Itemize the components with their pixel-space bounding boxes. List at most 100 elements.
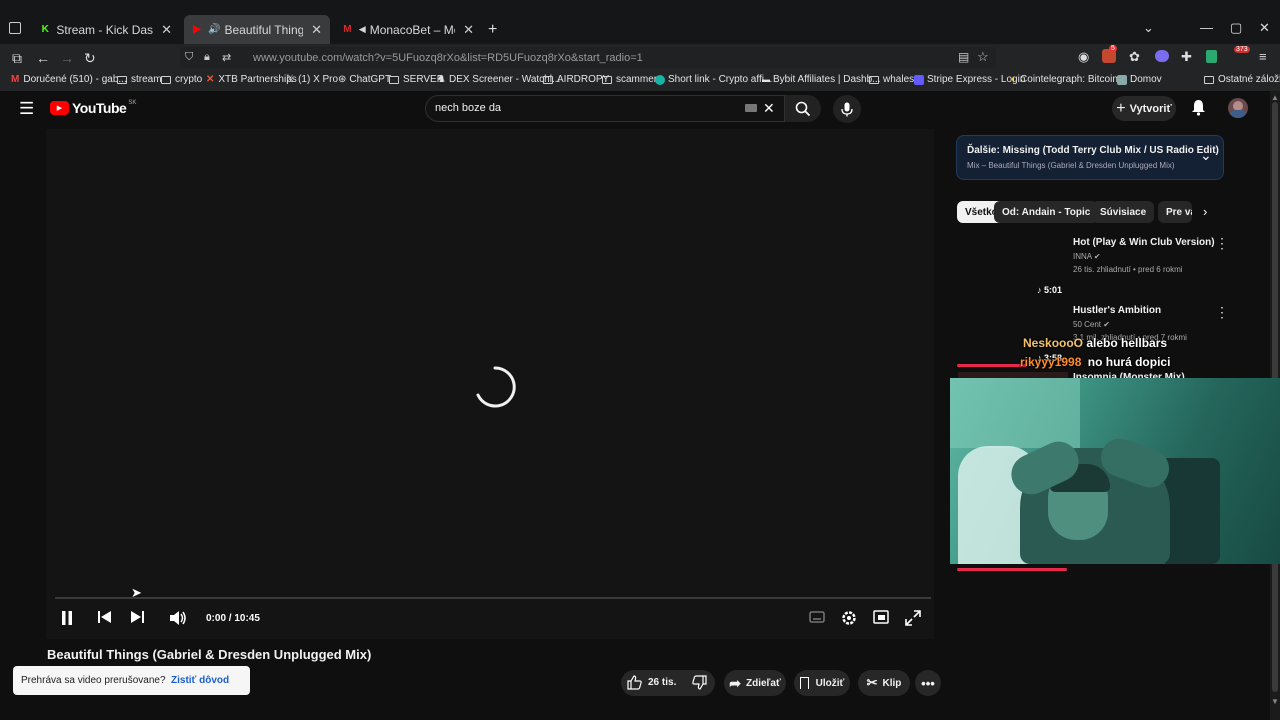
scroll-up-arrow-icon[interactable]: ▲	[1271, 93, 1279, 102]
learn-reason-link[interactable]: Zistiť dôvod	[171, 675, 229, 686]
kick-favicon-icon: K	[41, 24, 49, 35]
up-next-card[interactable]: Ďalšie: Missing (Todd Terry Club Mix / U…	[956, 135, 1224, 180]
clear-search-icon[interactable]: ✕	[763, 100, 775, 117]
more-actions-icon[interactable]: ⋮	[1215, 235, 1229, 252]
bookmark-item[interactable]: 𝕏 (1) X Pro	[286, 74, 338, 85]
search-input[interactable]: nech boze da ✕	[425, 95, 785, 122]
bookmark-folder[interactable]: AIRDROPY	[543, 74, 609, 85]
bookmark-folder[interactable]: crypto	[161, 74, 202, 85]
bookmark-item[interactable]: Domov	[1117, 74, 1162, 85]
notifications-bell-icon[interactable]	[1191, 99, 1206, 121]
extension-icon[interactable]	[1206, 50, 1217, 63]
extension-icon[interactable]: ✿	[1129, 49, 1140, 65]
keyboard-icon[interactable]	[745, 104, 757, 112]
bookmark-item[interactable]: Stripe Express - Login	[914, 74, 1025, 85]
xtb-icon: ✕	[206, 74, 215, 85]
maximize-icon[interactable]: ▢	[1230, 20, 1242, 36]
bookmark-item[interactable]: ▬ Bybit Affiliates | Dashb...	[762, 74, 880, 85]
loading-spinner-icon	[476, 366, 516, 408]
close-window-icon[interactable]: ✕	[1259, 20, 1270, 36]
chip-related[interactable]: Súvisiace	[1092, 201, 1155, 223]
pause-button[interactable]	[61, 610, 73, 629]
chevron-down-icon[interactable]: ⌄	[1200, 147, 1212, 164]
youtube-logo[interactable]: ▶ YouTube SK	[50, 100, 136, 116]
account-icon[interactable]: ◉	[1078, 49, 1089, 65]
sidebar-toggle-icon[interactable]: ⧉	[12, 50, 22, 67]
next-button[interactable]	[130, 610, 145, 627]
shield-icon[interactable]: ⛉	[185, 51, 193, 64]
tab-list-chevron-icon[interactable]: ⌄	[1143, 20, 1154, 36]
more-actions-button[interactable]: •••	[915, 670, 941, 696]
subtitles-button[interactable]	[809, 610, 825, 627]
recommendation-title[interactable]: Hustler's Ambition	[1073, 305, 1161, 316]
chip-from-channel[interactable]: Od: Andain - Topic	[994, 201, 1099, 223]
share-button[interactable]: ➦ Zdieľať	[724, 670, 786, 696]
bookmark-item[interactable]: ◐ Cointelegraph: Bitcoin...	[1011, 74, 1126, 85]
recommendation-title[interactable]: Hot (Play & Win Club Version)	[1073, 237, 1215, 248]
chat-text: alebo hellbars	[1086, 336, 1168, 350]
miniplayer-button[interactable]	[873, 610, 889, 627]
reload-icon[interactable]: ↻	[84, 50, 96, 67]
bookmark-item[interactable]: ♞ DEX Screener - Watchl...	[437, 74, 560, 85]
extension-icon[interactable]	[1155, 50, 1169, 62]
settings-button[interactable]	[841, 610, 857, 629]
close-tab-icon[interactable]: ✕	[463, 22, 474, 38]
speaker-muted-icon[interactable]: ◀	[359, 24, 366, 35]
speaker-icon[interactable]: 🔊	[208, 24, 220, 35]
video-progress-bar[interactable]	[55, 597, 931, 599]
chat-username: rikyyy1998	[1020, 355, 1082, 369]
forward-icon[interactable]: →	[60, 50, 74, 66]
tab-youtube-video[interactable]: ▶ 🔊 Beautiful Things (Gabriel & Dresden …	[184, 15, 330, 44]
bookmark-item[interactable]: ✕ XTB Partnerships	[206, 74, 297, 85]
new-tab-icon[interactable]: +	[488, 21, 497, 39]
extensions-puzzle-icon[interactable]: ✚	[1181, 49, 1192, 65]
cointelegraph-icon: ◐	[1011, 74, 1018, 85]
fullscreen-button[interactable]	[905, 610, 921, 629]
youtube-favicon-icon: ▶	[193, 24, 201, 35]
voice-search-button[interactable]	[833, 95, 861, 123]
more-horizontal-icon: •••	[921, 675, 935, 691]
more-actions-icon[interactable]: ⋮	[1215, 304, 1229, 321]
lock-icon: 🔒︎	[204, 51, 210, 63]
minimize-icon[interactable]: —	[1200, 20, 1213, 35]
youtube-wordmark: YouTube	[72, 100, 127, 116]
bookmark-item[interactable]: M Doručené (510) - gab...	[11, 74, 127, 85]
chips-next-arrow-icon[interactable]: ›	[1203, 204, 1207, 219]
other-bookmarks-folder[interactable]: Ostatné záložky	[1204, 74, 1280, 85]
scroll-down-arrow-icon[interactable]: ▼	[1271, 697, 1279, 706]
extension-badge-count: 5	[1109, 45, 1117, 52]
back-icon[interactable]: ←	[36, 50, 50, 66]
bookmark-folder[interactable]: stream	[117, 74, 162, 85]
search-button[interactable]	[785, 95, 821, 122]
close-tab-icon[interactable]: ✕	[161, 22, 172, 38]
bookmark-folder[interactable]: SERVER	[389, 74, 444, 85]
create-button[interactable]: + Vytvoriť	[1112, 96, 1176, 121]
avatar[interactable]	[1228, 98, 1248, 118]
bookmark-item[interactable]: ⊛ ChatGPT	[338, 74, 391, 85]
tab-kick-dashboard[interactable]: K Stream - Kick Dashboard ✕	[32, 15, 180, 44]
bookmark-star-icon[interactable]: ☆	[977, 49, 989, 65]
region-code: SK	[128, 100, 137, 106]
menu-icon[interactable]: ≡	[1259, 49, 1267, 64]
chip-for-you[interactable]: Pre vás	[1158, 201, 1192, 223]
reader-view-icon[interactable]: ▤	[958, 50, 969, 64]
guide-menu-icon[interactable]: ☰	[19, 99, 34, 119]
volume-button[interactable]	[169, 610, 187, 629]
subtitles-icon	[809, 611, 825, 623]
tab-monacobet[interactable]: M ◀ MonacoBet – Moderné Online ✕	[334, 15, 482, 44]
save-button[interactable]: Uložiť	[794, 670, 850, 696]
clip-button[interactable]: ✂ Klip	[858, 670, 910, 696]
close-tab-icon[interactable]: ✕	[311, 22, 322, 38]
previous-button[interactable]	[97, 610, 112, 627]
dislike-button[interactable]	[692, 675, 707, 695]
share-icon: ➦	[729, 674, 741, 691]
chat-username: NeskoooO	[1023, 336, 1084, 350]
up-next-subtitle: Mix – Beautiful Things (Gabriel & Dresde…	[967, 161, 1175, 170]
tab-overview-icon[interactable]	[9, 22, 21, 34]
bookmark-folder[interactable]: whales	[869, 74, 914, 85]
search-value: nech boze da	[435, 102, 502, 114]
bookmark-folder[interactable]: scammer	[602, 74, 657, 85]
site-permissions-icon[interactable]: ⇄	[222, 51, 231, 64]
like-button[interactable]: 26 tis.	[627, 675, 676, 690]
bookmark-item[interactable]: Short link - Crypto affi...	[655, 74, 772, 85]
